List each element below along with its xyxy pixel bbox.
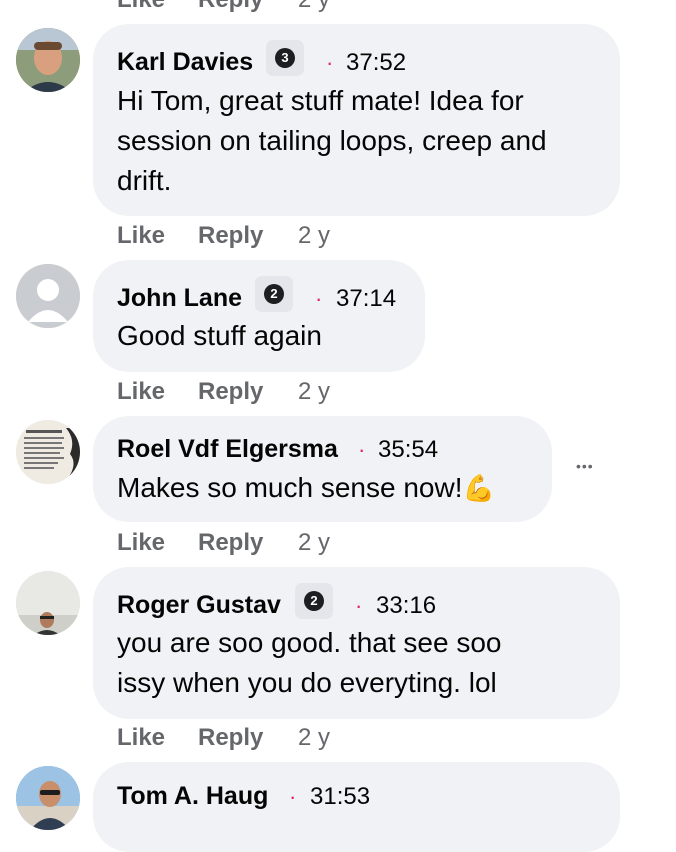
video-timestamp-link[interactable]: 35:54 bbox=[378, 436, 438, 464]
avatar[interactable] bbox=[16, 571, 80, 635]
video-timestamp-link[interactable]: 37:14 bbox=[336, 285, 396, 313]
top-fan-badge[interactable]: 2 bbox=[295, 583, 333, 619]
reply-link[interactable]: Reply bbox=[198, 0, 263, 14]
timestamp-ago[interactable]: 2 y bbox=[298, 724, 330, 752]
reply-link[interactable]: Reply bbox=[198, 222, 263, 250]
comment-text-line: session on tailing loops, creep and bbox=[117, 125, 547, 156]
comment-text: Makes so much sense now! bbox=[117, 472, 463, 503]
like-link[interactable]: Like bbox=[117, 0, 165, 14]
like-link[interactable]: Like bbox=[117, 529, 165, 557]
timestamp-ago[interactable]: 2 y bbox=[298, 529, 330, 557]
separator-dot: · bbox=[289, 784, 297, 809]
top-fan-badge[interactable]: 2 bbox=[255, 276, 293, 312]
commenter-name[interactable]: John Lane bbox=[117, 284, 242, 313]
flexed-biceps-emoji: 💪 bbox=[462, 473, 495, 503]
comment-text-line: Good stuff again bbox=[117, 320, 322, 351]
commenter-name[interactable]: Roel Vdf Elgersma bbox=[117, 435, 338, 464]
timestamp-ago: 2 y bbox=[298, 0, 330, 14]
avatar[interactable] bbox=[16, 420, 80, 484]
video-timestamp-link[interactable]: 33:16 bbox=[376, 592, 436, 620]
timestamp-ago[interactable]: 2 y bbox=[298, 378, 330, 406]
like-link[interactable]: Like bbox=[117, 222, 165, 250]
avatar[interactable] bbox=[16, 766, 80, 830]
video-timestamp-link[interactable]: 31:53 bbox=[310, 783, 370, 811]
comment-text-line: Hi Tom, great stuff mate! Idea for bbox=[117, 85, 524, 116]
separator-dot: · bbox=[355, 593, 363, 618]
reply-link[interactable]: Reply bbox=[198, 378, 263, 406]
badge-number: 2 bbox=[304, 591, 324, 611]
comment-text-line: Makes so much sense now!💪 bbox=[117, 468, 495, 508]
badge-number: 2 bbox=[264, 284, 284, 304]
top-fan-badge[interactable]: 3 bbox=[266, 40, 304, 76]
comment-text-line: drift. bbox=[117, 165, 172, 196]
separator-dot: · bbox=[358, 437, 366, 462]
commenter-name[interactable]: Roger Gustav bbox=[117, 591, 281, 620]
like-link[interactable]: Like bbox=[117, 378, 165, 406]
timestamp-ago[interactable]: 2 y bbox=[298, 222, 330, 250]
avatar[interactable] bbox=[16, 264, 80, 328]
commenter-name[interactable]: Karl Davies bbox=[117, 48, 253, 77]
reply-link[interactable]: Reply bbox=[198, 724, 263, 752]
commenter-name[interactable]: Tom A. Haug bbox=[117, 782, 268, 811]
comment-text-line: you are soo good. that see soo bbox=[117, 627, 502, 658]
badge-number: 3 bbox=[275, 48, 295, 68]
like-link[interactable]: Like bbox=[117, 724, 165, 752]
avatar[interactable] bbox=[16, 28, 80, 92]
more-options-icon[interactable]: ••• bbox=[576, 458, 594, 474]
reply-link[interactable]: Reply bbox=[198, 529, 263, 557]
comment-text-line: issy when you do everyting. lol bbox=[117, 667, 497, 698]
separator-dot: · bbox=[315, 286, 323, 311]
separator-dot: · bbox=[326, 50, 334, 75]
video-timestamp-link[interactable]: 37:52 bbox=[346, 49, 406, 77]
